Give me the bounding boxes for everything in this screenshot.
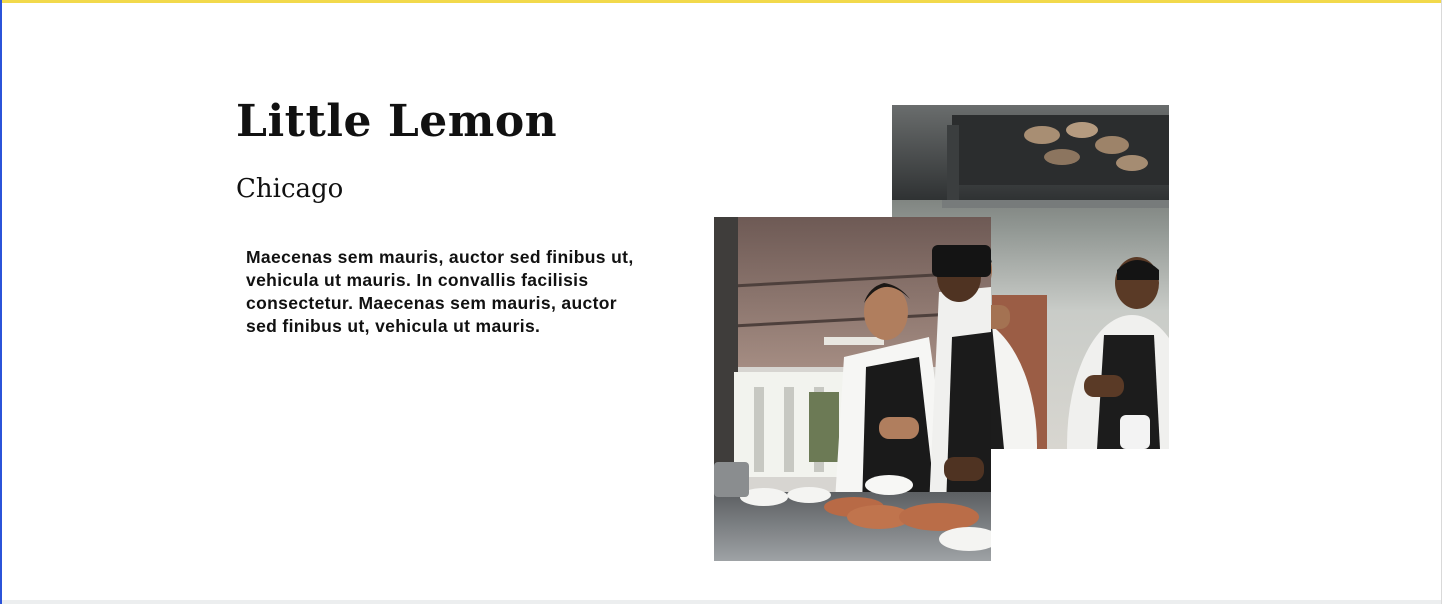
page-title: Little Lemon — [236, 96, 558, 147]
chefs-cooking-photo — [714, 217, 991, 561]
top-accent-rule — [2, 0, 1441, 3]
description-text: Maecenas sem mauris, auctor sed finibus … — [246, 247, 634, 336]
bottom-divider — [2, 600, 1441, 604]
page-subtitle: Chicago — [236, 174, 344, 204]
about-section: Little Lemon Chicago Maecenas sem mauris… — [0, 0, 1442, 604]
